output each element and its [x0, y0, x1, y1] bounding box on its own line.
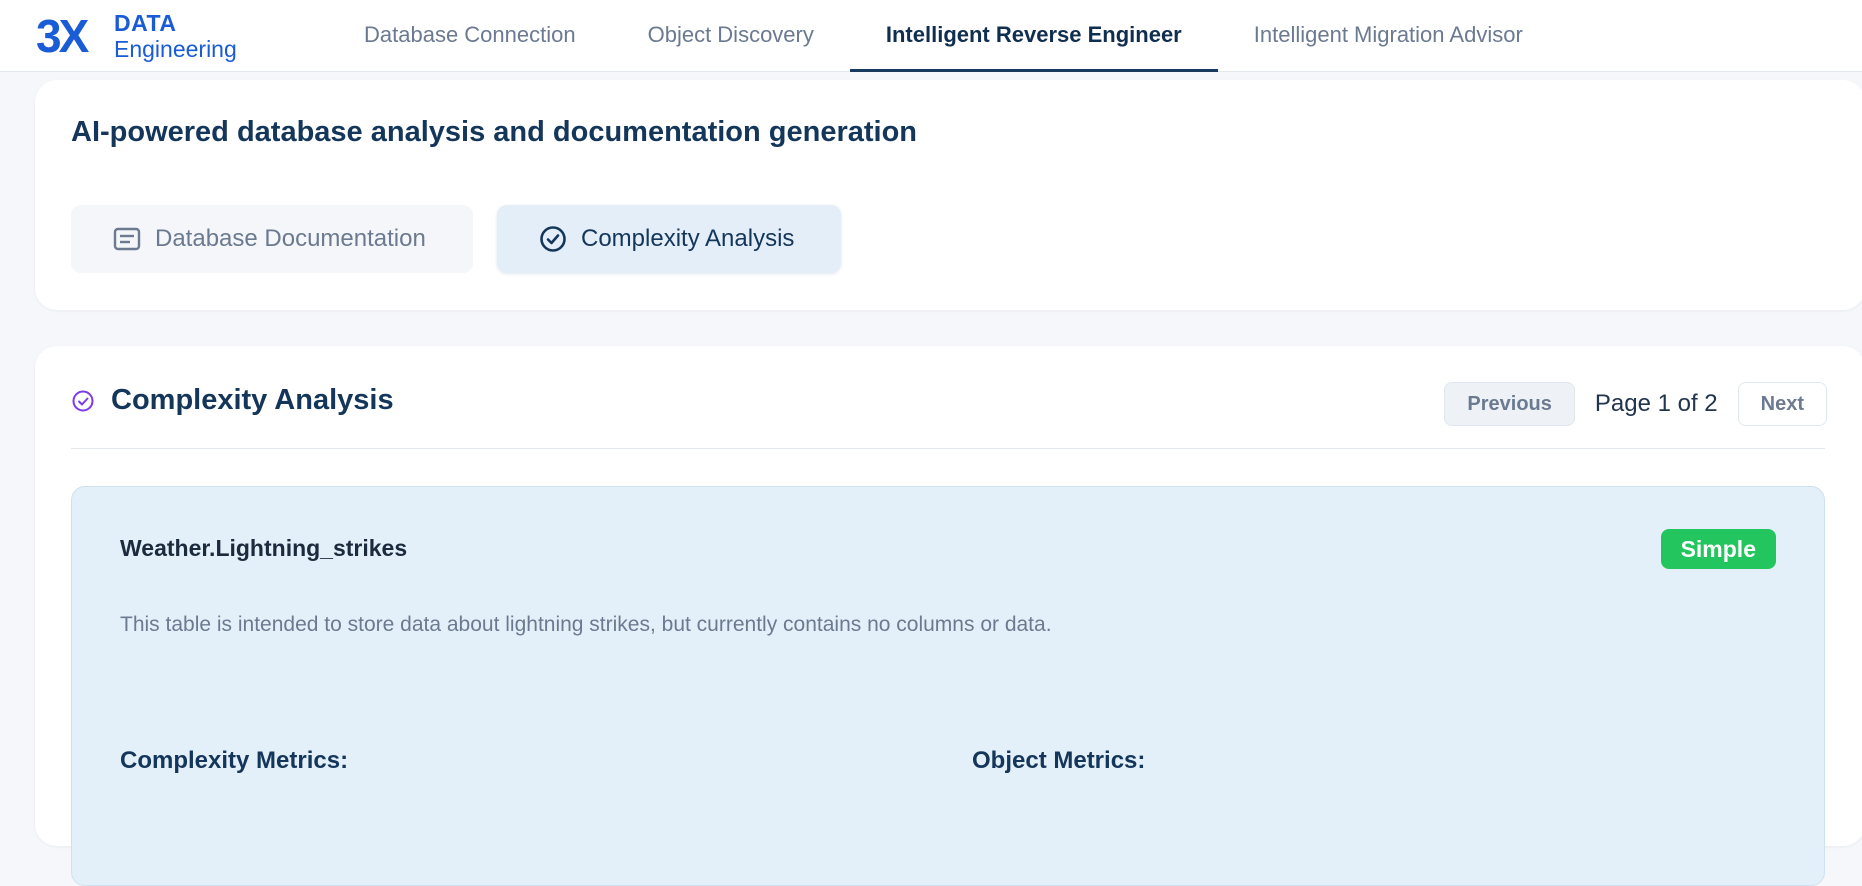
tab-complexity-analysis[interactable]: Complexity Analysis [497, 205, 841, 273]
complexity-metrics-heading: Complexity Metrics: [120, 747, 349, 774]
header-card: AI-powered database analysis and documen… [35, 80, 1862, 310]
check-circle-icon [71, 389, 95, 413]
check-circle-icon [539, 225, 567, 253]
previous-button[interactable]: Previous [1444, 382, 1575, 426]
main-nav: Database Connection Object Discovery Int… [328, 0, 1559, 72]
section-title: Complexity Analysis [111, 384, 394, 416]
object-complexity-card: Weather.Lightning_strikes Simple This ta… [71, 486, 1825, 886]
brand-logo[interactable]: 3X DATA Engineering [36, 8, 237, 64]
page-indicator: Page 1 of 2 [1594, 390, 1718, 417]
logo-line-1: DATA [114, 9, 177, 36]
top-navigation-bar: 3X DATA Engineering Database Connection … [0, 0, 1862, 72]
logo-line-2: Engineering [114, 35, 237, 62]
pagination: Previous Page 1 of 2 Next [1444, 382, 1827, 426]
page-subtitle: AI-powered database analysis and documen… [71, 116, 918, 148]
object-metrics-heading: Object Metrics: [972, 747, 1146, 774]
section-divider [71, 448, 1825, 449]
logo-3x-mark: 3X [36, 14, 93, 58]
section-header: Complexity Analysis [71, 384, 394, 417]
nav-intelligent-migration-advisor[interactable]: Intelligent Migration Advisor [1218, 0, 1559, 72]
complexity-badge: Simple [1660, 529, 1776, 569]
object-name: Weather.Lightning_strikes [120, 535, 408, 561]
svg-text:3X: 3X [36, 14, 90, 58]
object-description: This table is intended to store data abo… [120, 613, 1052, 636]
tab-database-documentation-label: Database Documentation [155, 225, 426, 252]
logo-text: DATA Engineering [114, 9, 237, 62]
nav-database-connection[interactable]: Database Connection [328, 0, 612, 72]
document-icon [113, 227, 141, 251]
next-button[interactable]: Next [1737, 382, 1827, 426]
complexity-analysis-card: Complexity Analysis Previous Page 1 of 2… [35, 346, 1862, 886]
tab-complexity-analysis-label: Complexity Analysis [581, 225, 795, 252]
nav-intelligent-reverse-engineer[interactable]: Intelligent Reverse Engineer [849, 0, 1218, 72]
nav-object-discovery[interactable]: Object Discovery [612, 0, 850, 72]
tab-database-documentation[interactable]: Database Documentation [71, 205, 473, 273]
